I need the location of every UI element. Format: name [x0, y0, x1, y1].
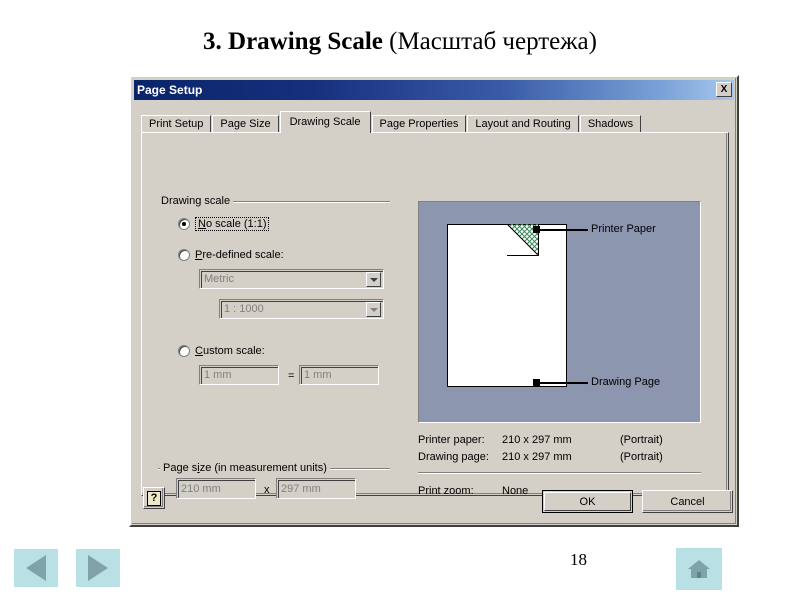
- question-mark-icon: ?: [147, 490, 161, 506]
- tab-print-setup[interactable]: Print Setup: [141, 115, 212, 133]
- page-size-separator: x: [264, 484, 270, 496]
- dialog-titlebar[interactable]: Page Setup X: [134, 80, 734, 100]
- close-icon[interactable]: X: [716, 82, 732, 97]
- radio-no-scale-label: No scale (1:1): [195, 217, 270, 231]
- info-print-zoom-value: None: [502, 485, 529, 497]
- tabstrip: Print Setup Page Size Drawing Scale Page…: [141, 111, 731, 133]
- custom-scale-equals: =: [288, 370, 295, 382]
- page-size-group-label: Page size (in measurement units): [160, 462, 330, 474]
- home-icon: [688, 560, 710, 578]
- custom-scale-to-value: 1 mm: [304, 369, 332, 381]
- predefined-ratio-combo[interactable]: 1 : 1000: [219, 299, 384, 319]
- radio-no-scale-text: o scale (1:1): [205, 218, 267, 230]
- dialog-title: Page Setup: [137, 83, 203, 97]
- drawing-page-handle[interactable]: [533, 379, 540, 386]
- info-drawing-page-value: 210 x 297 mm: [502, 451, 572, 463]
- cancel-button-label: Cancel: [670, 495, 705, 508]
- predefined-ratio-value: 1 : 1000: [224, 303, 264, 315]
- radio-pre-defined-indicator: [178, 249, 190, 261]
- printer-paper-preview-label: Printer Paper: [591, 223, 656, 235]
- custom-scale-from-value: 1 mm: [204, 369, 232, 381]
- info-divider: [418, 472, 701, 474]
- arrow-right-icon: [88, 555, 108, 581]
- info-printer-paper-label: Printer paper:: [418, 434, 485, 446]
- tab-page-properties[interactable]: Page Properties: [371, 115, 467, 133]
- chevron-down-icon[interactable]: [366, 272, 381, 287]
- cancel-button[interactable]: Cancel: [642, 490, 733, 513]
- chevron-down-icon[interactable]: [366, 302, 381, 317]
- radio-no-scale-indicator: [178, 218, 190, 230]
- tab-shadows[interactable]: Shadows: [579, 115, 642, 133]
- info-printer-paper-value: 210 x 297 mm: [502, 434, 572, 446]
- radio-custom-indicator: [178, 345, 190, 357]
- predefined-units-value: Metric: [204, 273, 234, 285]
- slide-number: 18: [570, 550, 587, 569]
- next-slide-button[interactable]: [76, 549, 120, 587]
- custom-scale-from-input[interactable]: 1 mm: [199, 365, 279, 385]
- radio-custom-label: Custom scale:: [195, 345, 265, 357]
- info-drawing-page-label: Drawing page:: [418, 451, 489, 463]
- page-height-value: 297 mm: [281, 482, 321, 495]
- drawing-scale-group-label: Drawing scale: [158, 195, 234, 207]
- printer-paper-handle[interactable]: [533, 226, 540, 233]
- custom-scale-to-input[interactable]: 1 mm: [299, 365, 379, 385]
- page-title-translation: (Масштаб чертежа): [389, 28, 597, 55]
- help-button[interactable]: ?: [143, 487, 165, 509]
- ok-button-label: OK: [579, 495, 596, 508]
- predefined-units-combo[interactable]: Metric: [199, 269, 384, 289]
- radio-custom-scale[interactable]: Custom scale:: [178, 345, 265, 357]
- ok-button[interactable]: OK: [542, 490, 633, 513]
- info-drawing-page-orientation: (Portrait): [620, 451, 663, 463]
- radio-pre-defined-label: Pre-defined scale:: [195, 249, 284, 261]
- page-title-bold: 3. Drawing Scale: [203, 28, 383, 55]
- tab-page-size[interactable]: Page Size: [212, 115, 279, 133]
- drawing-page-preview-label: Drawing Page: [591, 376, 661, 388]
- radio-no-scale[interactable]: No scale (1:1): [178, 217, 270, 231]
- page-title: 3. Drawing Scale (Масштаб чертежа): [0, 28, 800, 56]
- radio-pre-defined-scale[interactable]: Pre-defined scale:: [178, 249, 284, 261]
- page-width-input[interactable]: 210 mm: [176, 478, 256, 499]
- tab-layout-and-routing[interactable]: Layout and Routing: [467, 115, 579, 133]
- drawing-scale-panel: Drawing scale No scale (1:1) Pre-defined…: [141, 132, 729, 499]
- info-printer-paper-orientation: (Portrait): [620, 434, 663, 446]
- page-setup-dialog: Page Setup X Print Setup Page Size Drawi…: [129, 75, 739, 527]
- arrow-left-icon: [26, 555, 46, 581]
- printer-paper-leader-line: [540, 229, 588, 231]
- page-preview: Printer Paper Drawing Page: [418, 201, 701, 423]
- drawing-page-leader-line: [540, 382, 588, 384]
- page-height-input[interactable]: 297 mm: [276, 478, 356, 499]
- info-print-zoom-label: Print zoom:: [418, 485, 474, 497]
- tab-drawing-scale[interactable]: Drawing Scale: [279, 111, 371, 133]
- page-width-value: 210 mm: [181, 482, 221, 495]
- previous-slide-button[interactable]: [14, 549, 58, 587]
- home-button[interactable]: [676, 548, 722, 590]
